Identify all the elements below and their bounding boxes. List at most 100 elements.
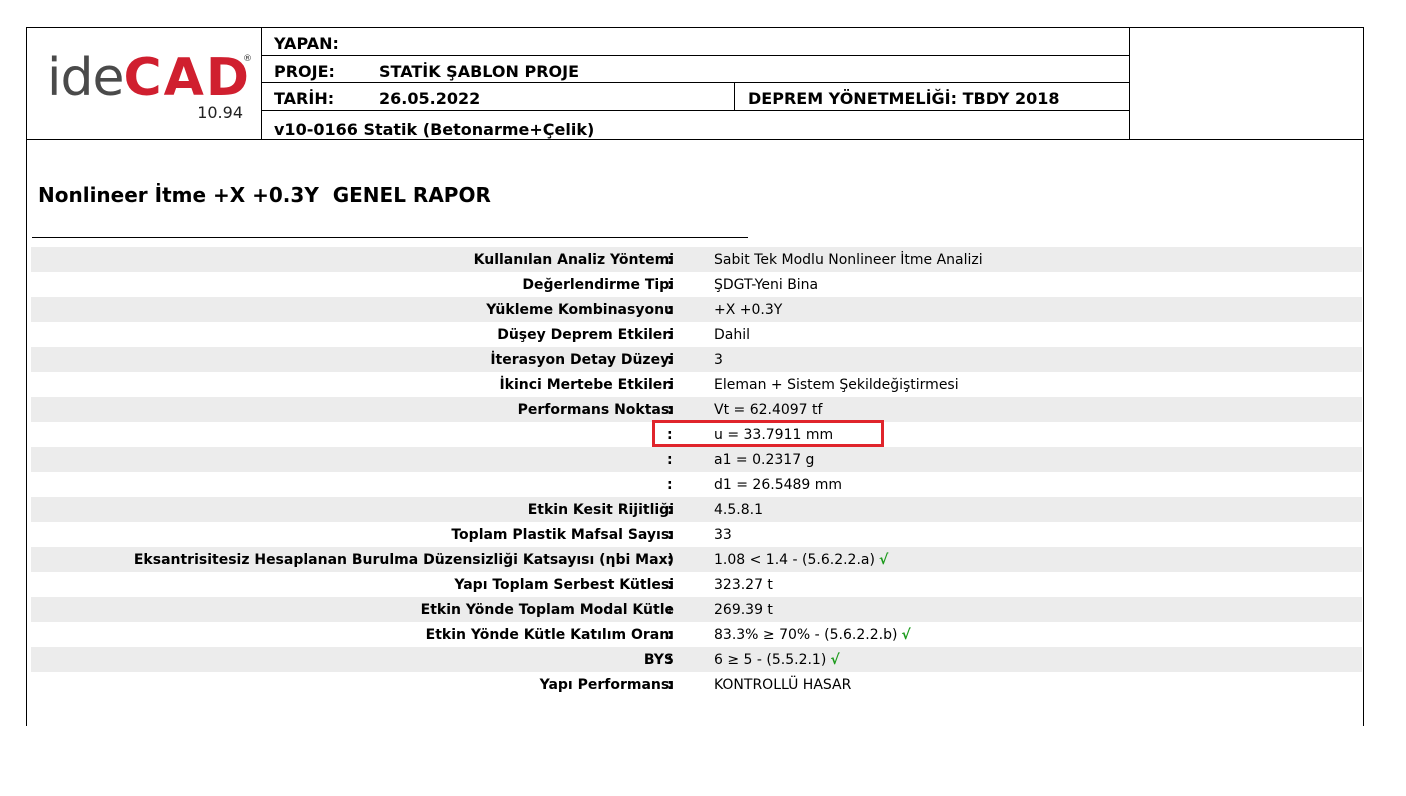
header-row-proje: PROJE: STATİK ŞABLON PROJE	[262, 56, 1129, 83]
header-row-version: v10-0166 Statik (Betonarme+Çelik)	[262, 111, 1129, 139]
logo-cad-text: CAD	[123, 48, 252, 108]
row-value-text: +X +0.3Y	[714, 302, 783, 318]
proje-value: STATİK ŞABLON PROJE	[379, 62, 579, 81]
row-label: Etkin Yönde Toplam Modal Kütle	[420, 602, 674, 618]
row-label: Yapı Performansı	[539, 677, 674, 693]
row-value: +X +0.3Y	[714, 302, 782, 318]
table-row: Toplam Plastik Mafsal Sayısı: 33	[31, 522, 1362, 547]
report-header: ideCAD ® 10.94 YAPAN: PROJE: STATİK ŞABL…	[27, 28, 1364, 140]
table-row: Düşey Deprem Etkileri: Dahil	[31, 322, 1362, 347]
row-colon: :	[667, 677, 673, 693]
row-value-text: 4.5.8.1	[714, 502, 763, 518]
row-colon: :	[667, 502, 673, 518]
row-value-text: 1.08 < 1.4 - (5.6.2.2.a)	[714, 552, 875, 568]
yapan-label: YAPAN:	[274, 34, 339, 53]
table-row: Etkin Yönde Toplam Modal Kütle: 269.39 t	[31, 597, 1362, 622]
row-colon: :	[667, 577, 673, 593]
row-colon: :	[667, 277, 673, 293]
check-icon: √	[878, 552, 889, 568]
row-value: ŞDGT-Yeni Bina	[714, 277, 818, 293]
row-value: a1 = 0.2317 g	[714, 452, 814, 468]
report-rows: Kullanılan Analiz Yöntemi: Sabit Tek Modl…	[31, 247, 1362, 697]
row-colon: :	[667, 527, 673, 543]
row-colon: :	[667, 402, 673, 418]
tarih-value: 26.05.2022	[379, 89, 481, 108]
table-row: Etkin Kesit Rijitliği: 4.5.8.1	[31, 497, 1362, 522]
row-label: İterasyon Detay Düzeyi	[490, 352, 674, 368]
header-row-tarih: TARİH: 26.05.2022 DEPREM YÖNETMELİĞİ: TB…	[262, 83, 1129, 111]
table-row: Eksantrisitesiz Hesaplanan Burulma Düzen…	[31, 547, 1362, 572]
row-colon: :	[667, 452, 673, 468]
table-row: Değerlendirme Tipi: ŞDGT-Yeni Bina	[31, 272, 1362, 297]
deprem-yonetmeligi: DEPREM YÖNETMELİĞİ: TBDY 2018	[748, 89, 1060, 108]
logo-cell: ideCAD ® 10.94	[27, 28, 262, 139]
idecad-logo: ideCAD	[47, 50, 251, 106]
row-value: 6 ≥ 5 - (5.5.2.1) √	[714, 652, 840, 668]
logo-ide-text: ide	[47, 48, 124, 108]
row-label: Değerlendirme Tipi	[522, 277, 674, 293]
row-colon: :	[667, 627, 673, 643]
check-icon: √	[901, 627, 911, 643]
row-label: Yapı Toplam Serbest Kütlesi	[454, 577, 674, 593]
table-row: İkinci Mertebe Etkileri: Eleman + Sistem …	[31, 372, 1362, 397]
highlight-box	[652, 420, 884, 447]
table-row: BYS:6 ≥ 5 - (5.5.2.1) √	[31, 647, 1362, 672]
proje-label: PROJE:	[274, 62, 335, 81]
row-value: 3	[714, 352, 723, 368]
row-label: Toplam Plastik Mafsal Sayısı	[451, 527, 674, 543]
program-version: v10-0166 Statik (Betonarme+Çelik)	[274, 120, 595, 139]
row-value: 1.08 < 1.4 - (5.6.2.2.a) √	[714, 552, 888, 568]
table-row: : a1 = 0.2317 g	[31, 447, 1362, 472]
row-value-text: 269.39 t	[714, 602, 773, 618]
table-row: Yapı Toplam Serbest Kütlesi: 323.27 t	[31, 572, 1362, 597]
row-label: Eksantrisitesiz Hesaplanan Burulma Düzen…	[133, 552, 674, 568]
header-row-yapan: YAPAN:	[262, 28, 1129, 56]
report-title: Nonlineer İtme +X +0.3Y GENEL RAPOR	[38, 183, 491, 207]
row-value-text: KONTROLLÜ HASAR	[714, 677, 852, 693]
row-colon: :	[667, 477, 673, 493]
row-value: 33	[714, 527, 732, 543]
row-value-text: Eleman + Sistem Şekildeğiştirmesi	[714, 377, 959, 393]
row-colon: :	[667, 327, 673, 343]
table-row: Kullanılan Analiz Yöntemi: Sabit Tek Modl…	[31, 247, 1362, 272]
row-value-text: ŞDGT-Yeni Bina	[714, 277, 819, 293]
row-value: Dahil	[714, 327, 750, 343]
tarih-label: TARİH:	[274, 89, 335, 108]
row-value-text: 323.27 t	[714, 577, 773, 593]
row-value: KONTROLLÜ HASAR	[714, 677, 851, 693]
row-value: 4.5.8.1	[714, 502, 763, 518]
table-row: İterasyon Detay Düzeyi: 3	[31, 347, 1362, 372]
row-value-text: 6 ≥ 5 - (5.5.2.1)	[714, 652, 827, 668]
row-label: Düşey Deprem Etkileri	[497, 327, 674, 343]
row-colon: :	[667, 377, 673, 393]
row-value-text: 33	[714, 527, 732, 543]
row-value-text: Sabit Tek Modlu Nonlineer İtme Analizi	[714, 252, 983, 268]
table-row: Yükleme Kombinasyonu: +X +0.3Y	[31, 297, 1362, 322]
table-row: : d1 = 26.5489 mm	[31, 472, 1362, 497]
row-colon: :	[667, 602, 673, 618]
row-colon: :	[667, 302, 673, 318]
table-row: Yapı Performansı: KONTROLLÜ HASAR	[31, 672, 1362, 697]
row-label: Etkin Yönde Kütle Katılım Oranı	[425, 627, 674, 643]
title-underline	[32, 237, 748, 238]
row-value: 83.3% ≥ 70% - (5.6.2.2.b) √	[714, 627, 911, 643]
row-label: Performans Noktası	[517, 402, 674, 418]
table-row: Etkin Yönde Kütle Katılım Oranı: 83.3% ≥ …	[31, 622, 1362, 647]
row-colon: :	[667, 252, 673, 268]
report-page: ideCAD ® 10.94 YAPAN: PROJE: STATİK ŞABL…	[26, 27, 1364, 726]
row-label: Kullanılan Analiz Yöntemi	[473, 252, 674, 268]
logo-version: 10.94	[197, 103, 243, 122]
row-value: Eleman + Sistem Şekildeğiştirmesi	[714, 377, 959, 393]
row-value-text: a1 = 0.2317 g	[714, 452, 815, 468]
table-row: Performans Noktası: Vt = 62.4097 tf	[31, 397, 1362, 422]
row-label: Yükleme Kombinasyonu	[486, 302, 674, 318]
row-value-text: 83.3% ≥ 70% - (5.6.2.2.b)	[714, 627, 898, 643]
row-value: d1 = 26.5489 mm	[714, 477, 842, 493]
row-value: 323.27 t	[714, 577, 773, 593]
row-value: Sabit Tek Modlu Nonlineer İtme Analizi	[714, 252, 983, 268]
row-colon: :	[667, 352, 673, 368]
header-divider	[734, 83, 735, 111]
row-value-text: d1 = 26.5489 mm	[714, 477, 843, 493]
check-icon: √	[830, 652, 840, 668]
row-colon: :	[667, 652, 673, 668]
